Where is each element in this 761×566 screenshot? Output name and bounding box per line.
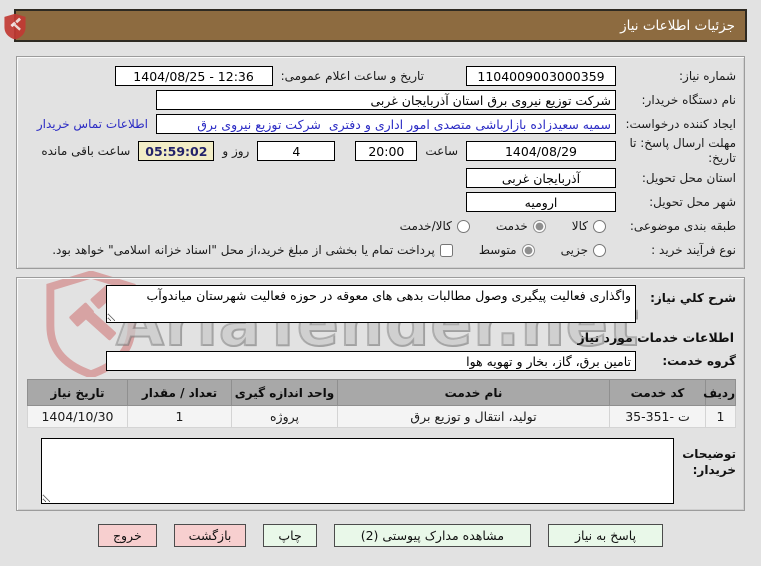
need-details-page: { "colors": { "titlebar_bg": "#8d6b40", … [0,9,761,566]
service-radio[interactable] [532,219,546,233]
general-info-panel: شماره نیاز: تاریخ و ساعت اعلام عمومی: نا… [16,56,745,269]
back-button[interactable]: بازگشت [173,524,247,547]
cell-service-code: ت -351-35 [609,405,706,428]
publish-datetime-input[interactable] [114,66,273,86]
purchase-type-option-minor[interactable]: جزیی [561,243,606,257]
need-description-row: شرح کلي نیاز: واگذاری فعالیت پیگیری وصول… [25,285,736,323]
buyer-org-row: نام دستگاه خریدار: [25,88,736,112]
view-attachments-button[interactable]: مشاهده مدارک پیوستی (2) [333,524,532,547]
city-label: شهر محل تحویل: [649,194,736,209]
print-button[interactable]: چاپ [263,524,317,547]
minor-radio[interactable] [593,243,606,257]
treasury-payment-option[interactable]: پرداخت تمام یا بخشی از مبلغ خرید،از محل … [52,243,453,257]
countdown-label: ساعت باقی مانده [41,144,131,158]
publish-datetime-label: تاریخ و ساعت اعلام عمومی: [280,69,424,83]
city-row: شهر محل تحویل: [25,190,736,214]
goods-service-radio[interactable] [456,219,470,233]
buyer-notes-label: توضیحات خریدار: [682,447,736,478]
category-option-goods-service[interactable]: کالا/خدمت [400,219,470,233]
purchase-type-option-medium[interactable]: متوسط [479,243,535,257]
need-number-row: شماره نیاز: تاریخ و ساعت اعلام عمومی: [25,64,736,88]
cell-service-name: تولید، انتقال و توزیع برق [337,405,610,428]
col-quantity: تعداد / مقدار [127,379,232,406]
services-table: ردیف کد خدمت نام خدمت واحد اندازه گیری ت… [27,379,736,428]
service-table-row: 1 ت -351-35 تولید، انتقال و توزیع برق پر… [27,405,736,428]
deadline-label: مهلت ارسال پاسخ: تا تاریخ: [629,136,736,165]
cell-quantity: 1 [127,405,232,428]
service-group-input[interactable] [106,351,636,371]
request-creator-input[interactable] [156,114,616,134]
deadline-row: مهلت ارسال پاسخ: تا تاریخ: ساعت روز و سا… [25,136,736,166]
buyer-org-label: نام دستگاه خریدار: [641,92,737,107]
request-creator-label: ایجاد کننده درخواست: [625,116,736,131]
col-row-number: ردیف [703,379,736,406]
category-option-service[interactable]: خدمت [496,219,546,233]
col-service-code: کد خدمت [609,379,706,406]
respond-to-need-button[interactable]: پاسخ به نیاز [548,524,664,547]
treasury-checkbox[interactable] [439,243,453,257]
need-description-textarea[interactable]: واگذاری فعالیت پیگیری وصول مطالبات بدهی … [106,285,636,323]
services-section-title: اطلاعات خدمات مورد نیاز [577,330,735,345]
remaining-days-label: روز و [222,144,250,158]
deadline-date-input[interactable] [466,141,616,161]
buyer-contact-link[interactable]: اطلاعات تماس خریدار [37,117,148,131]
buyer-notes-textarea[interactable] [41,438,674,504]
goods-radio[interactable] [593,219,606,233]
need-number-input[interactable] [466,66,616,86]
category-option-goods[interactable]: کالا [572,219,606,233]
deadline-time-label: ساعت [425,144,458,158]
deadline-time-input[interactable] [355,141,418,161]
col-service-name: نام خدمت [337,379,610,406]
action-button-bar: پاسخ به نیاز مشاهده مدارک پیوستی (2) چاپ… [0,524,761,547]
province-input[interactable] [466,168,616,188]
need-number-label: شماره نیاز: [679,68,736,83]
goods-service-radio-label: کالا/خدمت [399,219,452,233]
page-title-bar: جزئیات اطلاعات نیاز [14,9,747,42]
cell-row-number: 1 [705,405,736,428]
exit-button[interactable]: خروج [97,524,157,547]
col-unit: واحد اندازه گیری [231,379,338,406]
site-logo-icon [4,13,26,40]
goods-radio-label: کالا [571,219,588,233]
cell-unit: پروژه [231,405,338,428]
service-group-row: گروه خدمت: [25,351,736,371]
medium-radio-label: متوسط [478,243,517,257]
page-title: جزئیات اطلاعات نیاز [620,17,735,34]
service-group-label: گروه خدمت: [662,354,736,368]
buyer-notes-row: توضیحات خریدار: [25,438,736,504]
service-radio-label: خدمت [495,219,528,233]
category-row: طبقه بندی موضوعی: کالا خدمت کالا/خدمت [25,214,736,238]
countdown-timer [138,141,215,161]
services-table-header-row: ردیف کد خدمت نام خدمت واحد اندازه گیری ت… [27,379,736,406]
city-input[interactable] [466,192,616,212]
need-description-label: شرح کلي نیاز: [650,291,736,305]
category-label: طبقه بندی موضوعی: [629,218,736,233]
col-need-date: تاریخ نیاز [27,379,128,406]
purchase-type-row: نوع فرآیند خرید : جزیی متوسط پرداخت تمام… [25,238,736,262]
treasury-checkbox-label: پرداخت تمام یا بخشی از مبلغ خرید،از محل … [52,243,435,257]
services-info-panel: شرح کلي نیاز: واگذاری فعالیت پیگیری وصول… [16,277,745,511]
request-creator-row: ایجاد کننده درخواست: اطلاعات تماس خریدار [25,112,736,136]
province-row: استان محل تحویل: [25,166,736,190]
minor-radio-label: جزیی [560,243,588,257]
buyer-org-input[interactable] [156,90,616,110]
remaining-days-input[interactable] [257,141,336,161]
purchase-type-label: نوع فرآیند خرید : [651,242,736,257]
medium-radio[interactable] [521,243,535,257]
province-label: استان محل تحویل: [641,170,736,185]
cell-need-date: 1404/10/30 [27,405,128,428]
